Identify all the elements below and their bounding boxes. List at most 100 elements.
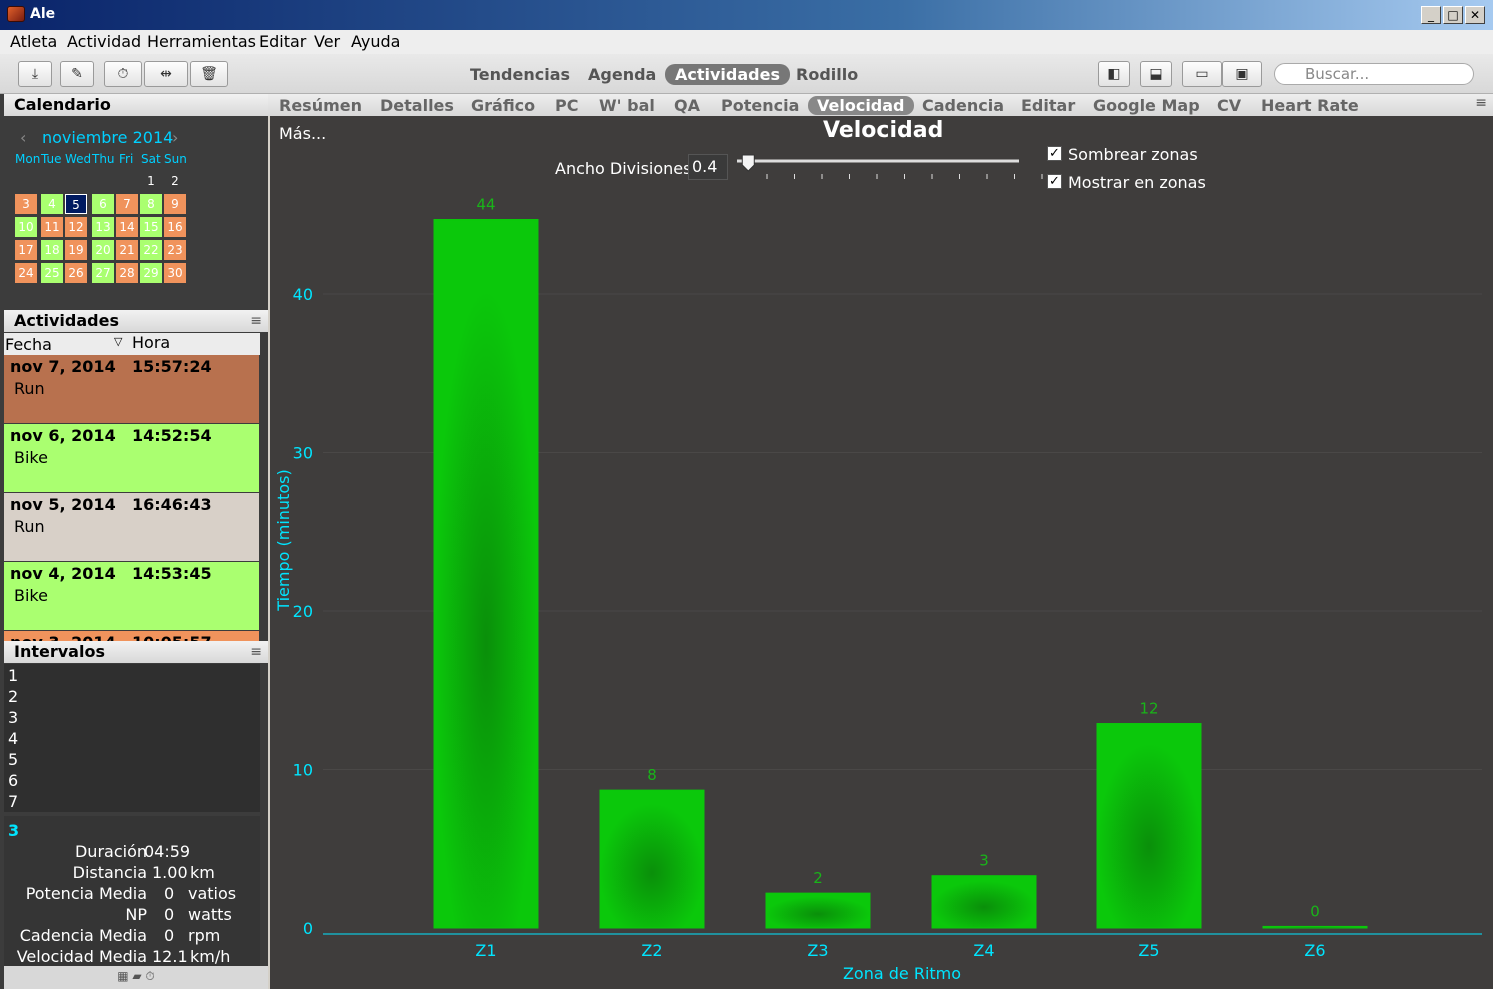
x-tick-label: Z3 (807, 941, 828, 960)
calendar-day[interactable]: 26 (65, 263, 87, 283)
chart-tab[interactable]: Gráfico (471, 96, 535, 115)
shade-zones-checkbox[interactable]: ✓ (1047, 146, 1062, 161)
activity-date: nov 7, 2014 (10, 357, 116, 376)
activity-time: 16:46:43 (132, 495, 212, 514)
activity-item[interactable]: nov 3, 2014 10:05:57 (4, 631, 259, 641)
activity-date: nov 5, 2014 (10, 495, 116, 514)
calendar-day[interactable]: 5 (65, 194, 87, 214)
bar (433, 219, 539, 929)
calendar-day[interactable]: 4 (41, 194, 63, 214)
shade-zones-label: Sombrear zonas (1068, 145, 1198, 164)
calendar-day[interactable]: 14 (116, 217, 138, 237)
interval-item[interactable]: 7 (8, 792, 18, 811)
activity-item[interactable]: nov 7, 2014 15:57:24 Run (4, 355, 259, 423)
interval-item[interactable]: 1 (8, 666, 18, 685)
calendar-day[interactable]: 2 (164, 171, 186, 191)
bar (765, 892, 871, 929)
bar (1096, 723, 1202, 929)
chart-tab[interactable]: Cadencia (922, 96, 1004, 115)
activity-date: nov 4, 2014 (10, 564, 116, 583)
activity-item[interactable]: nov 5, 2014 16:46:43 Run (4, 493, 259, 561)
calendar-day[interactable]: 22 (140, 240, 162, 260)
activity-time: 10:05:57 (132, 633, 212, 641)
ancho-input[interactable]: 0.4 (688, 154, 728, 180)
slider-handle[interactable] (741, 154, 755, 172)
x-tick-label: Z6 (1304, 941, 1325, 960)
y-tick-label: 40 (293, 285, 313, 304)
interval-item[interactable]: 4 (8, 729, 18, 748)
calendar-day[interactable]: 16 (164, 217, 186, 237)
chart-tab[interactable]: Google Map (1093, 96, 1200, 115)
activity-time: 15:57:24 (132, 357, 212, 376)
calendar-day[interactable]: 7 (116, 194, 138, 214)
x-tick-label: Z5 (1138, 941, 1159, 960)
bar (1262, 925, 1368, 929)
show-zones-checkbox[interactable]: ✓ (1047, 174, 1062, 189)
interval-item[interactable]: 3 (8, 708, 18, 727)
y-tick-label: 30 (293, 444, 313, 463)
calendar-day[interactable]: 15 (140, 217, 162, 237)
chart-tab[interactable]: CV (1217, 96, 1241, 115)
bar-value-label: 2 (813, 869, 823, 887)
bar-value-label: 12 (1139, 700, 1158, 718)
chart-tab[interactable]: Resúmen (279, 96, 362, 115)
bar-value-label: 44 (476, 196, 495, 214)
chart-tab[interactable]: Potencia (721, 96, 799, 115)
x-axis-title: Zona de Ritmo (843, 964, 961, 983)
bar (599, 789, 705, 929)
chart-tab[interactable]: Velocidad (808, 96, 914, 115)
calendar-day[interactable]: 23 (164, 240, 186, 260)
activity-item[interactable]: nov 6, 2014 14:52:54 Bike (4, 424, 259, 492)
calendar-day[interactable]: 29 (140, 263, 162, 283)
chart-tab[interactable]: W' bal (599, 96, 655, 115)
calendar-day[interactable]: 6 (92, 194, 114, 214)
calendar-day[interactable]: 28 (116, 263, 138, 283)
bar-value-label: 3 (979, 852, 989, 870)
calendar-day[interactable]: 11 (41, 217, 63, 237)
calendar-day[interactable]: 25 (41, 263, 63, 283)
chart-title: Velocidad (823, 118, 944, 143)
activity-item[interactable]: nov 4, 2014 14:53:45 Bike (4, 562, 259, 630)
calendar-day[interactable]: 8 (140, 194, 162, 214)
y-tick-label: 20 (293, 602, 313, 621)
activity-time: 14:53:45 (132, 564, 212, 583)
activity-date: nov 3, 2014 (10, 633, 116, 641)
x-tick-label: Z1 (475, 941, 496, 960)
interval-item[interactable]: 6 (8, 771, 18, 790)
calendar-day[interactable]: 10 (15, 217, 37, 237)
calendar-day[interactable]: 21 (116, 240, 138, 260)
interval-item[interactable]: 2 (8, 687, 18, 706)
show-zones-label: Mostrar en zonas (1068, 173, 1206, 192)
calendar-day[interactable]: 17 (15, 240, 37, 260)
x-tick-label: Z4 (973, 941, 994, 960)
activity-time: 14:52:54 (132, 426, 212, 445)
calendar-day[interactable]: 24 (15, 263, 37, 283)
chart-tab[interactable]: Detalles (380, 96, 454, 115)
chart-tab[interactable]: PC (555, 96, 578, 115)
activity-date: nov 6, 2014 (10, 426, 116, 445)
interval-item[interactable]: 5 (8, 750, 18, 769)
activity-sport: Bike (14, 586, 48, 605)
calendar-day[interactable]: 9 (164, 194, 186, 214)
y-axis-title: Tiempo (minutos) (274, 469, 293, 611)
calendar-day[interactable]: 3 (15, 194, 37, 214)
calendar-day[interactable]: 12 (65, 217, 87, 237)
chart-tab[interactable]: QA (674, 96, 700, 115)
calendar-day[interactable]: 20 (92, 240, 114, 260)
calendar-day[interactable]: 30 (164, 263, 186, 283)
bar (931, 875, 1037, 929)
bar-value-label: 8 (647, 766, 657, 784)
bar-value-label: 0 (1310, 902, 1320, 920)
ancho-label: Ancho Divisiones (555, 159, 692, 178)
calendar-day[interactable]: 18 (41, 240, 63, 260)
calendar-day[interactable]: 1 (140, 171, 162, 191)
x-tick-label: Z2 (641, 941, 662, 960)
calendar-day[interactable]: 13 (92, 217, 114, 237)
more-link[interactable]: Más... (279, 124, 326, 143)
chart-tab[interactable]: Editar (1021, 96, 1075, 115)
calendar-day[interactable]: 19 (65, 240, 87, 260)
activity-sport: Run (14, 517, 45, 536)
chart-tab[interactable]: Heart Rate (1261, 96, 1359, 115)
y-tick-label: 10 (293, 761, 313, 780)
calendar-day[interactable]: 27 (92, 263, 114, 283)
